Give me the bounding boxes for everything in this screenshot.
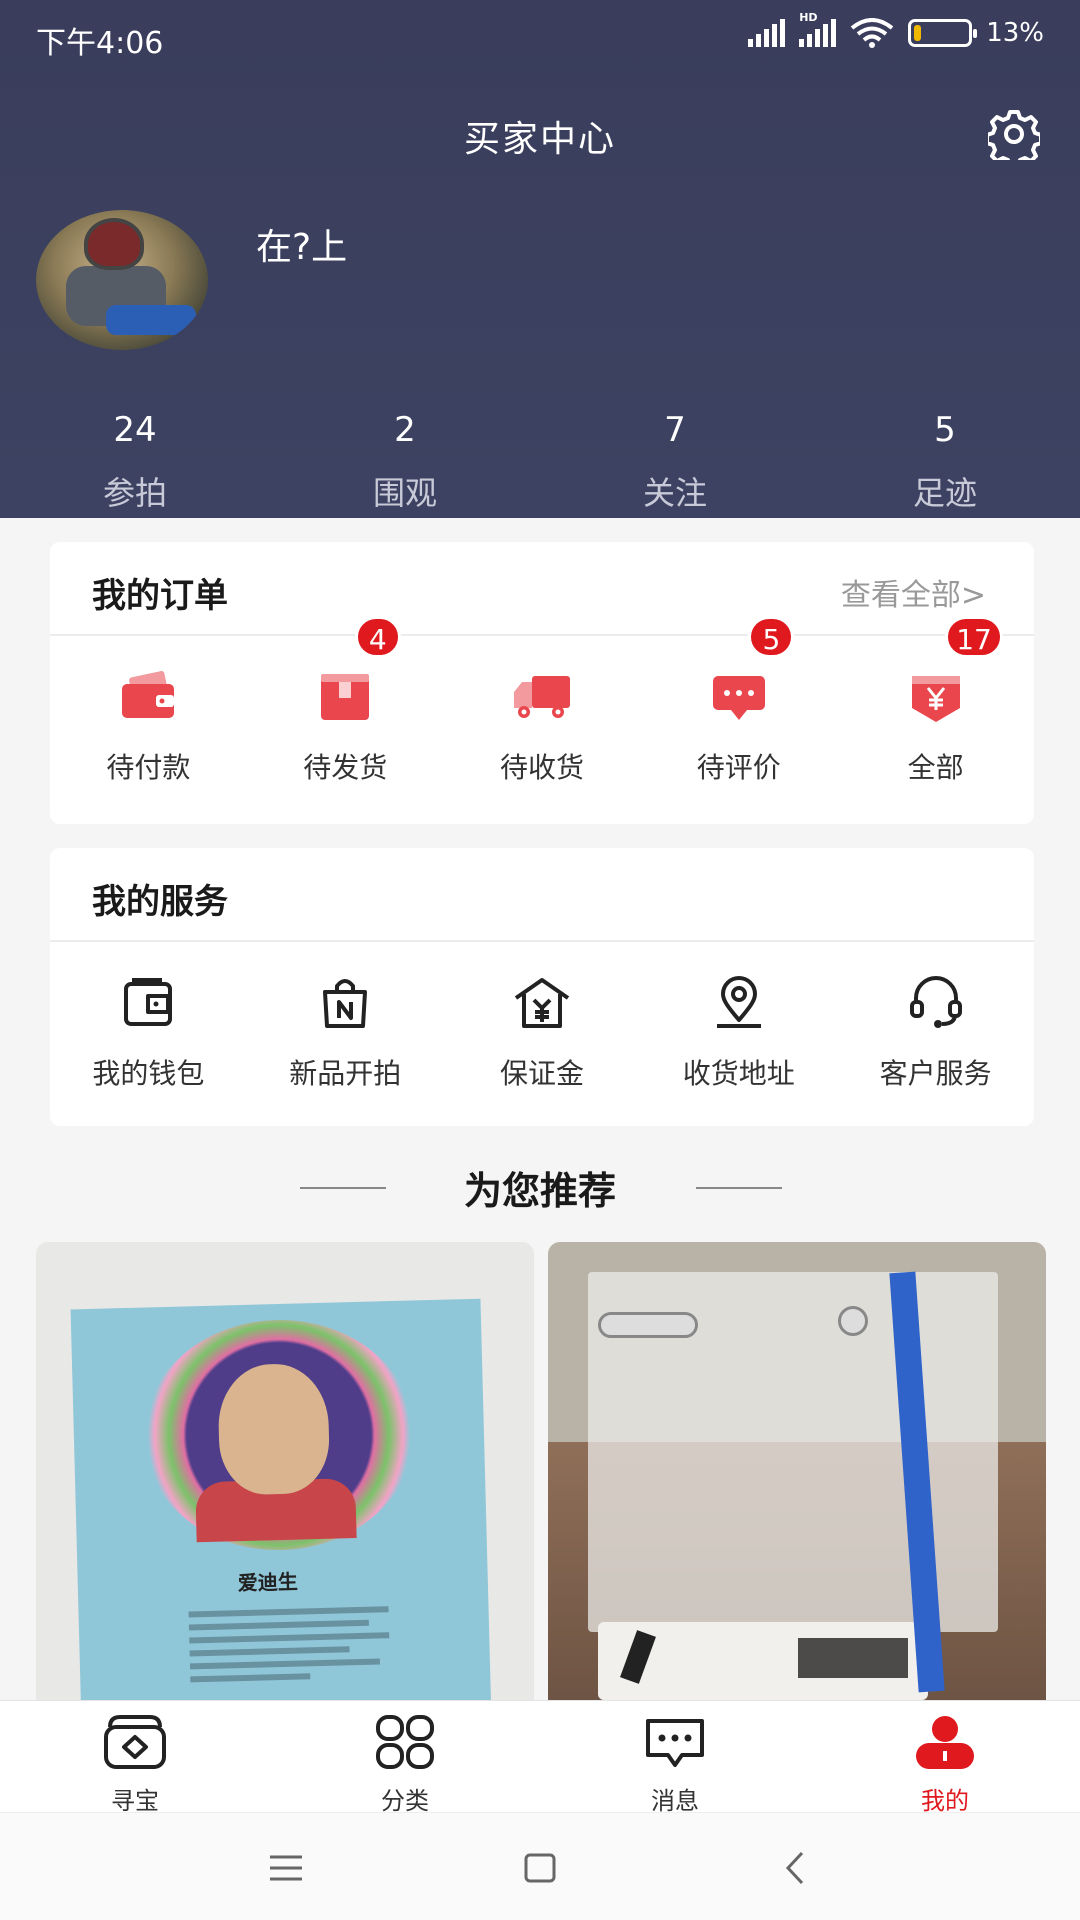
stat-bids[interactable]: 24 参拍: [0, 410, 270, 514]
page-title: 买家中心: [463, 119, 616, 160]
bottom-tab-bar: 寻宝 分类 消息 我的: [0, 1700, 1080, 1815]
order-pending-shipment[interactable]: 4 待发货: [247, 616, 444, 786]
menu-icon[interactable]: [256, 1843, 316, 1893]
service-wallet[interactable]: 我的钱包: [50, 944, 247, 1092]
profile-header: 下午4:06 HD 13% 买家中心 在?上 24 参拍 2 围观 7 关注 5…: [0, 0, 1080, 518]
back-icon[interactable]: [766, 1843, 826, 1893]
truck-icon: [513, 676, 570, 718]
battery-icon: [908, 19, 978, 47]
tab-label: 我的: [921, 1787, 969, 1815]
home-icon[interactable]: [510, 1843, 570, 1893]
service-label: 新品开拍: [289, 1057, 402, 1090]
wallet-icon: [122, 671, 175, 718]
stat-value: 24: [113, 410, 157, 450]
tab-messages[interactable]: 消息: [540, 1701, 810, 1815]
stat-history[interactable]: 5 足迹: [810, 410, 1080, 514]
orders-card: 我的订单 查看全部> 待付款 4 待发货 待收货 5 待评价 17 全部: [50, 542, 1034, 824]
service-label: 客户服务: [879, 1057, 992, 1090]
stats-row: 24 参拍 2 围观 7 关注 5 足迹: [0, 410, 1080, 514]
orders-title: 我的订单: [92, 576, 228, 616]
comment-icon: [712, 676, 765, 720]
tab-category[interactable]: 分类: [270, 1701, 540, 1815]
battery-level: [914, 25, 922, 41]
order-label: 待评价: [696, 751, 781, 784]
service-label: 我的钱包: [92, 1057, 205, 1090]
service-label: 保证金: [499, 1057, 584, 1090]
services-card: 我的服务 我的钱包 新品开拍 保证金 收货地址 客户服务: [50, 848, 1034, 1126]
message-icon: [646, 1719, 704, 1767]
status-icons: HD 13%: [748, 11, 1044, 48]
network-type: HD: [799, 11, 818, 24]
product-card[interactable]: [548, 1242, 1046, 1700]
stat-value: 5: [934, 410, 956, 450]
product-card[interactable]: 爱迪生: [36, 1242, 534, 1700]
shopping-bag-icon: [323, 979, 368, 1028]
services-grid: 我的钱包 新品开拍 保证金 收货地址 客户服务: [50, 944, 1034, 1092]
signal-hd-icon: HD: [799, 11, 837, 47]
order-badge: 5: [748, 616, 795, 658]
battery-percent: 13%: [986, 18, 1044, 48]
status-bar: 下午4:06 HD 13%: [0, 0, 1080, 72]
wifi-icon: [850, 18, 894, 48]
services-title: 我的服务: [92, 882, 228, 922]
order-label: 待付款: [106, 751, 191, 784]
gear-icon[interactable]: [988, 108, 1040, 160]
product-image: 爱迪生: [70, 1298, 492, 1700]
username: 在?上: [256, 227, 348, 268]
stat-watching[interactable]: 2 围观: [270, 410, 540, 514]
treasure-icon: [104, 1715, 166, 1769]
wallet-outline-icon: [124, 978, 173, 1026]
service-new-auction[interactable]: 新品开拍: [247, 944, 444, 1092]
order-badge: 17: [945, 616, 1003, 658]
divider-right: [696, 1187, 782, 1189]
service-customer-support[interactable]: 客户服务: [837, 944, 1034, 1092]
package-icon: [321, 674, 370, 720]
house-yen-icon: [514, 978, 570, 1028]
order-badge: 4: [354, 616, 401, 658]
view-all-orders-link[interactable]: 查看全部>: [841, 570, 986, 614]
signal-icon: [748, 19, 786, 47]
yen-tag-icon: [911, 676, 960, 722]
tab-treasure[interactable]: 寻宝: [0, 1701, 270, 1815]
services-header: 我的服务: [50, 848, 1034, 942]
system-nav-bar: [0, 1812, 1080, 1920]
avatar[interactable]: [36, 210, 208, 350]
profile-icon: [916, 1716, 974, 1769]
stat-label: 围观: [372, 474, 437, 512]
stat-label: 参拍: [102, 474, 167, 512]
tab-label: 寻宝: [111, 1787, 159, 1815]
service-address[interactable]: 收货地址: [640, 944, 837, 1092]
stat-following[interactable]: 7 关注: [540, 410, 810, 514]
orders-header: 我的订单 查看全部>: [50, 542, 1034, 636]
tab-label: 分类: [381, 1787, 429, 1815]
order-all[interactable]: 17 全部: [837, 616, 1034, 786]
grid-icon: [376, 1715, 434, 1769]
stat-label: 足迹: [912, 474, 977, 512]
service-deposit[interactable]: 保证金: [444, 944, 641, 1092]
order-pending-review[interactable]: 5 待评价: [640, 616, 837, 786]
poster-name: 爱迪生: [237, 1569, 299, 1596]
order-pending-receipt[interactable]: 待收货: [444, 638, 641, 786]
stat-label: 关注: [642, 474, 707, 512]
stat-value: 2: [394, 410, 416, 450]
tab-profile[interactable]: 我的: [810, 1701, 1080, 1815]
status-time: 下午4:06: [36, 26, 164, 61]
order-label: 全部: [907, 751, 964, 784]
tab-label: 消息: [651, 1787, 699, 1815]
location-pin-icon: [716, 976, 761, 1028]
service-label: 收货地址: [682, 1057, 795, 1090]
order-pending-payment[interactable]: 待付款: [50, 638, 247, 786]
order-label: 待收货: [499, 751, 584, 784]
recommend-title: 为您推荐: [463, 1169, 616, 1213]
headset-icon: [909, 976, 962, 1028]
order-label: 待发货: [303, 751, 388, 784]
orders-grid: 待付款 4 待发货 待收货 5 待评价 17 全部: [50, 616, 1034, 786]
stat-value: 7: [664, 410, 686, 450]
